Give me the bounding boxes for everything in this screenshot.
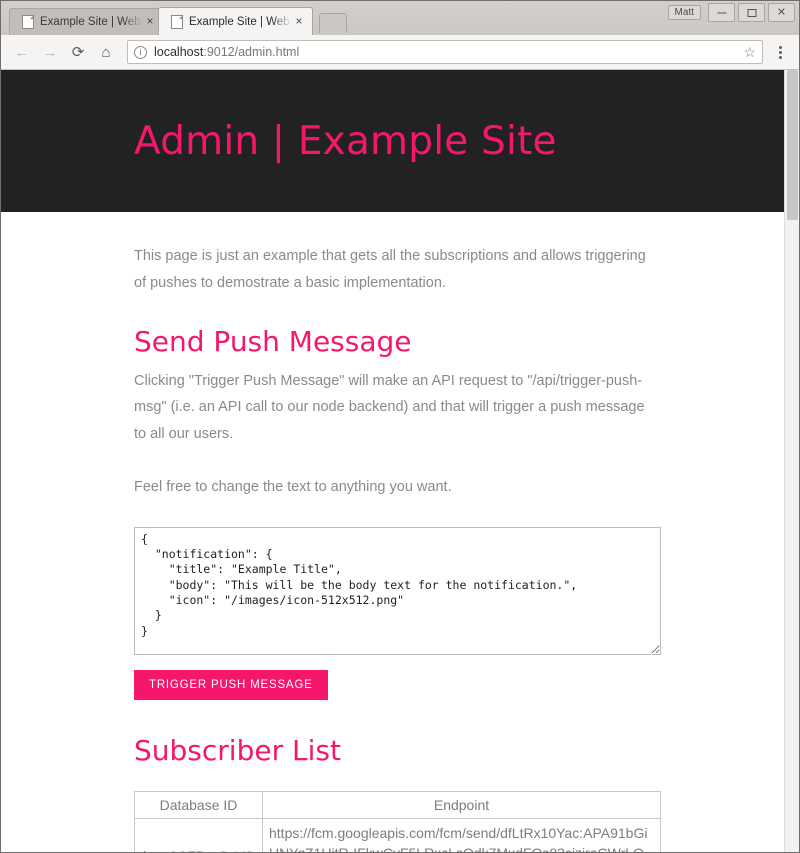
bookmark-star-icon[interactable]: ☆: [743, 44, 756, 61]
browser-window: Example Site | Web P × Example Site | We…: [0, 0, 800, 853]
page-favicon-icon: [171, 14, 183, 29]
scrollbar-thumb[interactable]: [787, 70, 798, 220]
content-column: This page is just an example that gets a…: [1, 212, 784, 852]
browser-toolbar: ← → ⟳ ⌂ i localhost :9012/admin.html ☆: [1, 35, 799, 70]
back-arrow-icon[interactable]: ←: [9, 39, 35, 65]
reload-icon[interactable]: ⟳: [65, 39, 91, 65]
page-content: Admin | Example Site This page is just a…: [1, 70, 784, 852]
page-title: Admin | Example Site: [134, 118, 557, 164]
maximize-window-button[interactable]: [738, 3, 765, 22]
table-header-row: Database ID Endpoint: [134, 790, 661, 819]
browser-tab-2[interactable]: Example Site | Web P ×: [158, 7, 313, 35]
tab-title: Example Site | Web P: [40, 16, 143, 28]
address-bar[interactable]: i localhost :9012/admin.html ☆: [127, 40, 763, 64]
feel-free-paragraph: Feel free to change the text to anything…: [134, 479, 452, 496]
site-info-icon[interactable]: i: [134, 45, 147, 59]
intro-paragraph: This page is just an example that gets a…: [134, 248, 646, 291]
home-icon[interactable]: ⌂: [93, 39, 119, 65]
subscriber-list-heading: Subscriber List: [134, 733, 341, 767]
minimize-window-button[interactable]: [708, 3, 735, 22]
forward-arrow-icon[interactable]: →: [37, 39, 63, 65]
page-favicon-icon: [22, 15, 34, 29]
push-payload-textarea[interactable]: [134, 526, 661, 655]
url-path: :9012/admin.html: [203, 45, 300, 59]
page-scrollbar[interactable]: ▲: [784, 70, 799, 852]
send-push-heading: Send Push Message: [134, 324, 412, 358]
trigger-push-message-button[interactable]: TRIGGER PUSH MESSAGE: [134, 669, 328, 700]
cell-database-id: lege3Q7Dxz3aVShL: [134, 817, 263, 852]
page-viewport: Admin | Example Site This page is just a…: [1, 70, 799, 852]
close-tab-icon[interactable]: ×: [143, 15, 157, 29]
column-header-database-id: Database ID: [134, 790, 263, 819]
profile-name-chip[interactable]: Matt: [667, 5, 701, 20]
new-tab-button[interactable]: [319, 13, 347, 33]
subscriber-table: Database ID Endpoint lege3Q7Dxz3aVShL ht…: [134, 790, 661, 852]
cell-endpoint: https://fcm.googleapis.com/fcm/send/dfLt…: [262, 817, 661, 852]
site-header: Admin | Example Site: [1, 70, 784, 212]
close-tab-icon[interactable]: ×: [292, 14, 306, 29]
table-row: lege3Q7Dxz3aVShL https://fcm.googleapis.…: [134, 817, 661, 852]
chrome-menu-icon[interactable]: [769, 39, 791, 65]
browser-tab-1[interactable]: Example Site | Web P ×: [9, 8, 164, 35]
subscriber-table-body: lege3Q7Dxz3aVShL https://fcm.googleapis.…: [134, 817, 661, 852]
tab-title: Example Site | Web P: [189, 15, 292, 28]
url-host: localhost: [154, 45, 204, 59]
column-header-endpoint: Endpoint: [262, 790, 661, 819]
tab-strip: Example Site | Web P × Example Site | We…: [1, 1, 799, 35]
close-window-button[interactable]: ✕: [768, 3, 795, 22]
clicking-paragraph: Clicking "Trigger Push Message" will mak…: [134, 372, 645, 443]
window-controls: Matt ✕: [667, 3, 795, 22]
